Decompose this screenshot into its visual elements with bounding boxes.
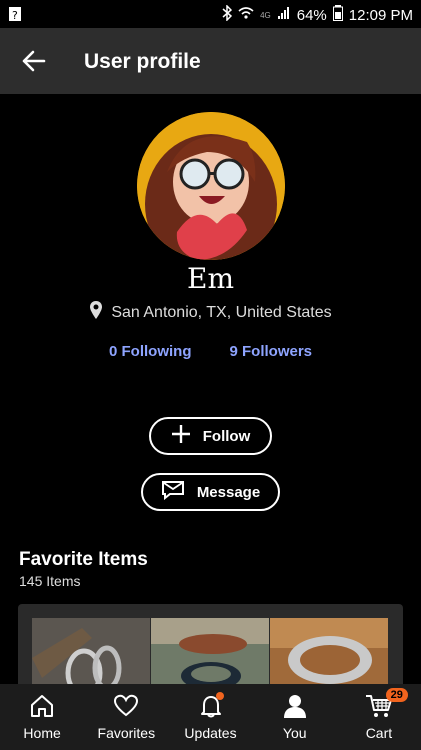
follow-label: Follow: [202, 427, 251, 445]
page-title: User profile: [84, 50, 201, 73]
nav-home-label: Home: [23, 725, 61, 741]
nav-you-label: You: [282, 725, 307, 741]
follow-button[interactable]: Follow: [149, 417, 272, 455]
status-bar: ? 4G 64% 12:09 PM: [0, 0, 421, 28]
back-arrow-icon[interactable]: [20, 48, 48, 74]
updates-badge-dot: [215, 692, 224, 700]
notification-icon: ?: [8, 6, 22, 26]
favorites-title: Favorite Items: [19, 549, 148, 570]
svg-text:?: ?: [12, 9, 18, 22]
profile-location: San Antonio, TX, United States: [0, 300, 421, 325]
bottom-navigation: Home Favorites Updates You 29 Cart: [0, 684, 421, 750]
nav-cart[interactable]: 29 Cart: [337, 684, 421, 750]
network-type: 4G: [260, 10, 271, 20]
app-bar: User profile: [0, 28, 421, 94]
location-text: San Antonio, TX, United States: [111, 303, 332, 321]
followers-link[interactable]: 9 Followers: [229, 343, 312, 360]
nav-you[interactable]: You: [253, 684, 337, 750]
follow-stats: 0 Following 9 Followers: [0, 343, 421, 360]
message-label: Message: [196, 483, 261, 501]
nav-home[interactable]: Home: [0, 684, 84, 750]
plus-icon: [171, 424, 191, 448]
nav-cart-label: Cart: [365, 725, 393, 741]
cart-badge: 29: [385, 688, 408, 702]
signal-icon: [277, 6, 291, 24]
nav-favorites[interactable]: Favorites: [84, 684, 168, 750]
following-link[interactable]: 0 Following: [109, 343, 192, 360]
bluetooth-icon: [222, 4, 233, 25]
home-icon: [29, 694, 55, 725]
nav-favorites-label: Favorites: [97, 725, 156, 741]
clock: 12:09 PM: [348, 6, 413, 24]
favorites-count: 145 Items: [19, 573, 81, 589]
person-icon: [282, 694, 308, 725]
message-icon: [161, 480, 185, 504]
battery-percent: 64%: [296, 6, 327, 24]
wifi-icon: [238, 6, 254, 24]
location-pin-icon: [89, 300, 103, 325]
heart-icon: [113, 694, 139, 725]
profile-name: Em: [187, 262, 234, 295]
battery-icon: [332, 5, 343, 25]
message-button[interactable]: Message: [141, 473, 280, 511]
nav-updates-label: Updates: [184, 725, 237, 741]
nav-updates[interactable]: Updates: [168, 684, 252, 750]
avatar: [137, 112, 285, 260]
